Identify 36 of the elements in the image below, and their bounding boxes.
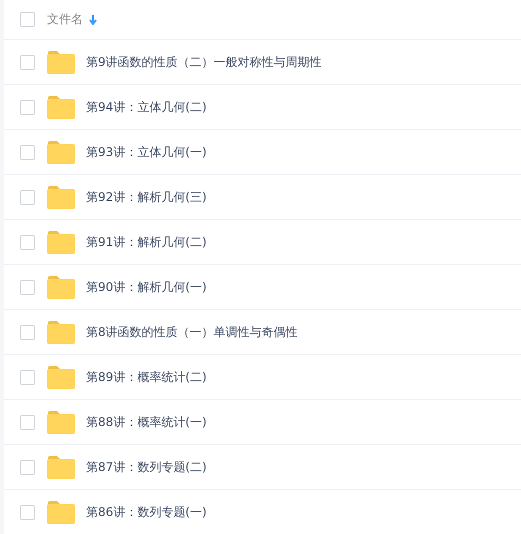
folder-icon: [47, 276, 75, 298]
file-name[interactable]: 第91讲：解析几何(二): [86, 234, 207, 250]
folder-icon: [47, 186, 75, 208]
row-checkbox[interactable]: [20, 504, 35, 520]
folder-icon: [47, 320, 75, 344]
row-checkbox[interactable]: [20, 414, 35, 430]
folder-icon: [47, 456, 75, 478]
folder-icon: [47, 140, 75, 164]
select-all-checkbox[interactable]: [20, 12, 35, 27]
row-checkbox[interactable]: [20, 280, 35, 294]
row-checkbox[interactable]: [20, 324, 35, 340]
file-name[interactable]: 第8讲函数的性质（一）单调性与奇偶性: [86, 324, 298, 340]
file-name[interactable]: 第86讲：数列专题(一): [86, 504, 207, 520]
file-name[interactable]: 第89讲：概率统计(二): [86, 368, 207, 386]
row-checkbox[interactable]: [20, 144, 35, 160]
file-name[interactable]: 第94讲：立体几何(二): [86, 98, 207, 116]
file-name[interactable]: 第9讲函数的性质（二）一般对称性与周期性: [86, 54, 322, 70]
row-checkbox[interactable]: [20, 54, 35, 70]
folder-icon: [47, 230, 75, 254]
row-checkbox[interactable]: [20, 190, 35, 204]
column-header[interactable]: 文件名: [47, 11, 83, 28]
folder-icon: [47, 366, 75, 388]
row-checkbox[interactable]: [20, 460, 35, 474]
folder-icon: [47, 50, 75, 74]
file-name[interactable]: 第90讲：解析几何(一): [86, 278, 207, 296]
folder-icon: [47, 500, 75, 524]
file-name[interactable]: 第93讲：立体几何(一): [86, 144, 207, 160]
row-checkbox[interactable]: [20, 234, 35, 250]
file-name[interactable]: 第92讲：解析几何(三): [86, 188, 207, 206]
folder-icon: [47, 410, 75, 434]
file-name[interactable]: 第88讲：概率统计(一): [86, 414, 207, 430]
file-name[interactable]: 第87讲：数列专题(二): [86, 458, 207, 476]
row-checkbox[interactable]: [20, 100, 35, 114]
row-checkbox[interactable]: [20, 370, 35, 384]
folder-icon: [47, 96, 75, 118]
sort-arrow-icon[interactable]: [89, 14, 97, 24]
